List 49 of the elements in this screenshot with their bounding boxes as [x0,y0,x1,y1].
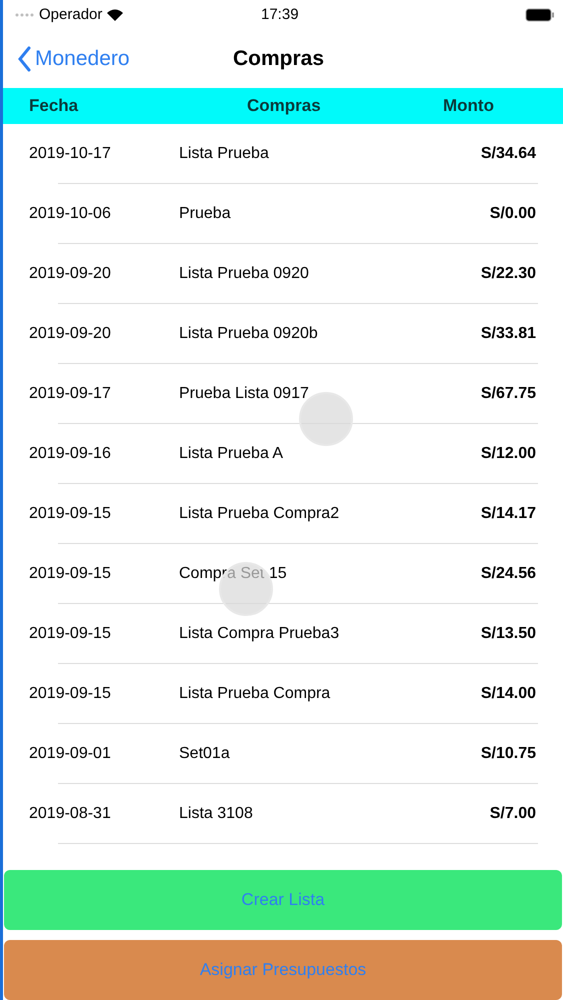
wifi-icon [106,8,124,22]
amount-cell-text: S/22.30 [480,264,536,284]
purchase-name-cell-text: Lista Compra Prueba3 [179,624,340,644]
date-cell-text: 2019-09-17 [29,384,112,404]
purchase-name-cell-text: Lista Prueba Compra [179,684,332,704]
amount-cell-text: S/14.00 [480,684,536,704]
date-cell-text: 2019-09-15 [29,684,112,704]
date-cell-text: 2019-09-15 [29,564,112,584]
purchase-name-cell-text: Prueba Lista 0917 [179,384,310,404]
amount-cell-text: S/24.56 [480,564,536,584]
date-cell-text: 2019-08-31 [29,804,112,824]
purchase-name-cell-text: Lista Prueba 0920 [179,264,310,284]
column-header: Compras [247,95,322,118]
purchase-name-cell-text: Prueba [179,204,232,224]
assign-budgets-button[interactable]: Asignar Presupuestos [4,940,562,1000]
purchase-name-cell-text: Lista Prueba A [179,444,284,464]
amount-cell-text: S/14.17 [480,504,536,524]
column-header: Monto [443,95,494,118]
date-cell-text: 2019-10-17 [29,144,112,164]
screen-title: Compras [233,46,324,72]
battery-icon [525,8,555,22]
amount-cell-text: S/34.64 [480,144,536,164]
purchase-name-cell-text: Compra Set 15 [179,564,288,584]
chevron-left-icon [17,46,31,72]
create-list-button[interactable]: Crear Lista [4,870,562,930]
date-cell-text: 2019-09-15 [29,504,112,524]
purchase-name-cell-text: Lista 3108 [179,804,254,824]
amount-cell-text: S/67.75 [480,384,536,404]
signal-icon [15,13,35,17]
amount-cell-text: S/33.81 [480,324,536,344]
date-cell-text: 2019-09-20 [29,324,112,344]
carrier-name: Operador [39,4,102,25]
clock-time: 17:39 [261,4,299,25]
purchase-name-cell-text: Lista Prueba 0920b [179,324,319,344]
date-cell-text: 2019-09-16 [29,444,112,464]
column-header: Fecha [29,95,80,118]
purchase-name-cell-text: Lista Prueba Compra2 [179,504,340,524]
amount-cell-text: S/12.00 [480,444,536,464]
amount-cell-text: S/0.00 [488,204,536,224]
date-cell-text: 2019-09-15 [29,624,112,644]
purchase-name-cell-text: Set01a [179,744,231,764]
purchase-name-cell-text: Lista Prueba [179,144,270,164]
date-cell-text: 2019-09-01 [29,744,112,764]
amount-cell-text: S/13.50 [480,624,536,644]
amount-cell-text: S/10.75 [480,744,536,764]
amount-cell-text: S/7.00 [488,804,536,824]
date-cell-text: 2019-09-20 [29,264,112,284]
date-cell-text: 2019-10-06 [29,204,112,224]
back-button[interactable]: Monedero [17,43,130,75]
